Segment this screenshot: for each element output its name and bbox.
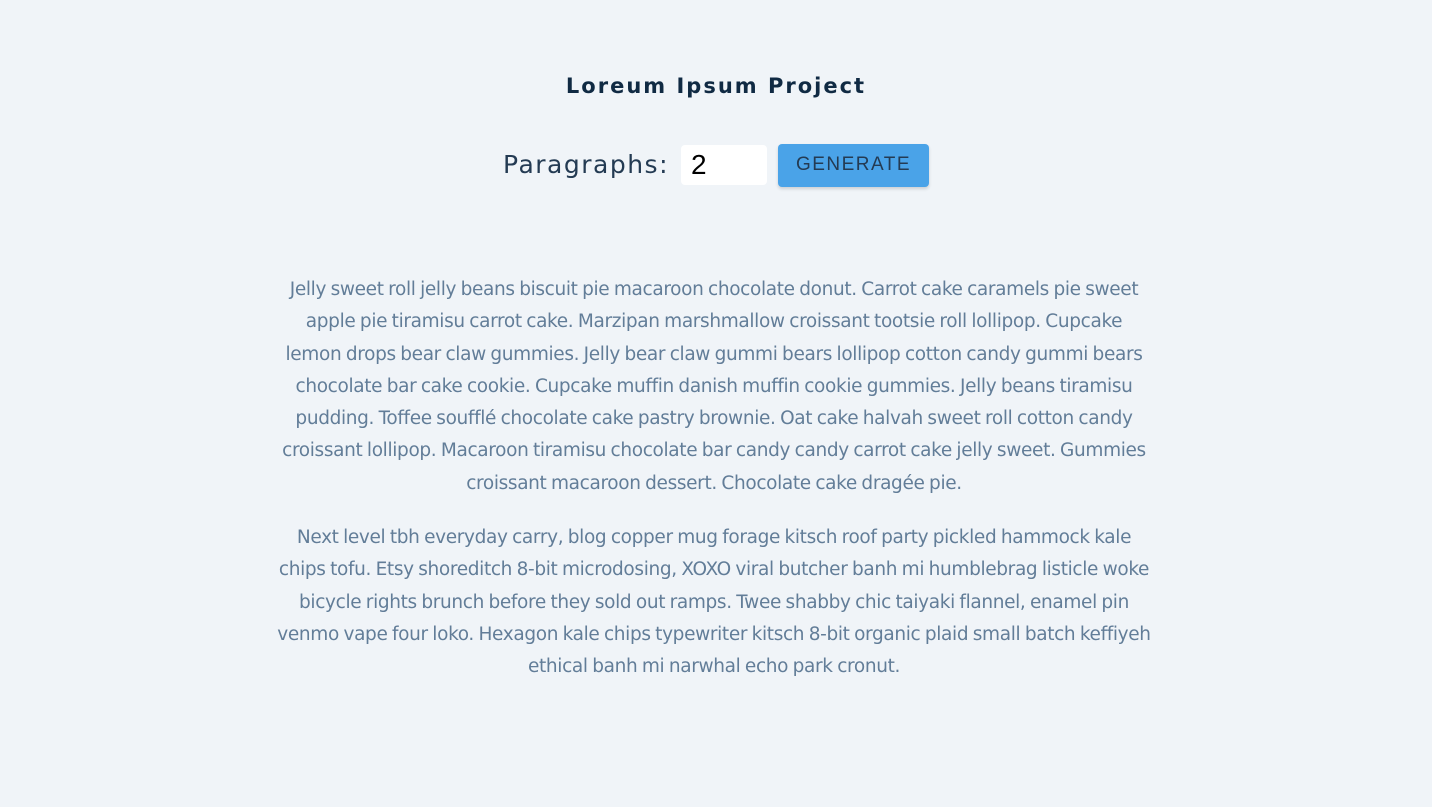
page: Loreum Ipsum Project Paragraphs: Generat…: [0, 0, 1432, 807]
paragraphs-label: Paragraphs:: [503, 150, 669, 179]
generate-button[interactable]: Generate: [778, 143, 929, 187]
page-title: Loreum Ipsum Project: [565, 74, 867, 98]
paragraph-form: Paragraphs: Generate: [0, 143, 1432, 187]
paragraph: Next level tbh everyday carry, blog copp…: [277, 527, 1151, 678]
paragraph: Jelly sweet roll jelly beans biscuit pie…: [282, 279, 1146, 494]
paragraph-count-input[interactable]: [681, 145, 767, 185]
lorem-text: Jelly sweet roll jelly beans biscuit pie…: [276, 274, 1152, 706]
